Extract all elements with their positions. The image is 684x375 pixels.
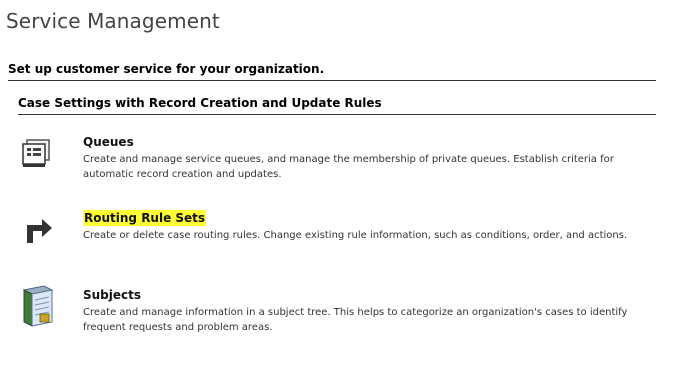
- subjects-description: Create and manage information in a subje…: [83, 307, 628, 333]
- subject-book-icon: [18, 284, 58, 327]
- routing-rule-sets-link[interactable]: Routing Rule Sets: [83, 210, 207, 226]
- queues-link[interactable]: Queues: [83, 134, 134, 150]
- routing-arrow-icon: [18, 207, 58, 247]
- subjects-link[interactable]: Subjects: [83, 287, 141, 303]
- group-heading: Case Settings with Record Creation and U…: [18, 96, 656, 115]
- routing-rule-sets-description: Create or delete case routing rules. Cha…: [83, 230, 628, 241]
- queue-icon: [18, 131, 58, 171]
- section-heading: Set up customer service for your organiz…: [8, 62, 656, 81]
- queues-description: Create and manage service queues, and ma…: [83, 154, 614, 180]
- page-title: Service Management: [6, 9, 220, 33]
